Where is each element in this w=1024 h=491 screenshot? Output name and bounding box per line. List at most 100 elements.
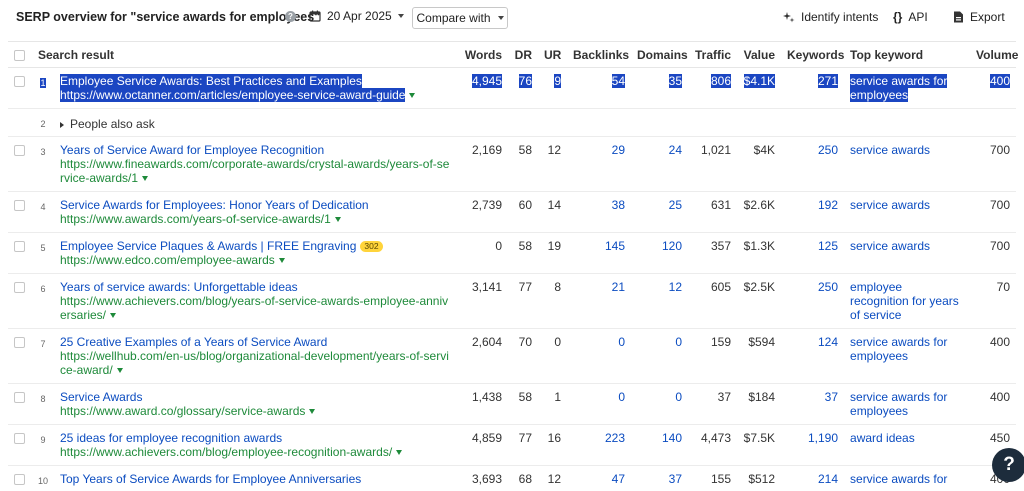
volume-value: 700 xyxy=(970,136,1017,192)
api-button[interactable]: {} API xyxy=(893,10,928,24)
keywords-link[interactable]: 250 xyxy=(818,280,838,294)
keywords-link[interactable]: 1,190 xyxy=(808,431,838,445)
col-keywords[interactable]: Keywords xyxy=(781,41,844,68)
col-domains[interactable]: Domains xyxy=(631,41,689,68)
top-keyword-link[interactable]: service awards for employees xyxy=(850,335,947,363)
domains-link[interactable]: 140 xyxy=(662,431,682,445)
result-url-link[interactable]: https://www.octanner.com/articles/employ… xyxy=(60,88,406,102)
result-url-link[interactable]: https://www.achievers.com/blog/years-of-… xyxy=(60,294,448,322)
row-checkbox[interactable] xyxy=(14,282,25,293)
result-url-link[interactable]: https://www.awards.com/years-of-service-… xyxy=(60,212,331,226)
url-dropdown-icon[interactable] xyxy=(142,176,149,182)
col-dr[interactable]: DR xyxy=(508,41,539,68)
domains-link[interactable]: 37 xyxy=(669,472,682,486)
date-picker[interactable]: 20 Apr 2025 xyxy=(309,9,404,23)
keywords-link[interactable]: 271 xyxy=(817,74,839,88)
keywords-link[interactable]: 125 xyxy=(818,239,838,253)
col-traffic[interactable]: Traffic xyxy=(688,41,738,68)
table-row: 2 People also ask xyxy=(8,108,1017,137)
col-words[interactable]: Words xyxy=(456,41,509,68)
top-keyword-link[interactable]: service awards xyxy=(850,143,930,157)
row-checkbox[interactable] xyxy=(14,145,25,156)
top-keyword-link[interactable]: service awards xyxy=(850,198,930,212)
domains-link[interactable]: 25 xyxy=(669,198,682,212)
row-position: 7 xyxy=(32,328,54,384)
domains-link[interactable]: 24 xyxy=(669,143,682,157)
result-url-link[interactable]: https://www.award.co/glossary/service-aw… xyxy=(60,404,305,418)
traffic-value: 806 xyxy=(710,74,732,88)
people-also-ask-toggle[interactable]: People also ask xyxy=(60,117,155,131)
url-dropdown-icon[interactable] xyxy=(116,368,123,374)
backlinks-link[interactable]: 38 xyxy=(612,198,625,212)
domains-link[interactable]: 0 xyxy=(675,335,682,349)
keywords-link[interactable]: 192 xyxy=(818,198,838,212)
top-keyword-link[interactable]: service awards for xyxy=(850,472,947,486)
url-dropdown-icon[interactable] xyxy=(309,409,316,415)
keywords-link[interactable]: 37 xyxy=(825,390,838,404)
result-url-link[interactable]: https://www.achievers.com/blog/employee-… xyxy=(60,445,392,459)
date-label: 20 Apr 2025 xyxy=(327,9,392,23)
top-keyword-link[interactable]: award ideas xyxy=(850,431,915,445)
col-search-result[interactable]: Search result xyxy=(32,41,457,68)
backlinks-link[interactable]: 29 xyxy=(612,143,625,157)
result-url-link[interactable]: https://www.fineawards.com/corporate-awa… xyxy=(60,157,449,185)
row-checkbox[interactable] xyxy=(14,337,25,348)
url-dropdown-icon[interactable] xyxy=(409,93,416,99)
backlinks-link[interactable]: 54 xyxy=(611,74,626,88)
result-url-link[interactable]: https://www.edco.com/employee-awards xyxy=(60,253,275,267)
help-icon[interactable]: ? xyxy=(285,11,296,22)
row-checkbox[interactable] xyxy=(14,433,25,444)
identify-intents-button[interactable]: Identify intents xyxy=(783,10,878,24)
col-backlinks[interactable]: Backlinks xyxy=(567,41,632,68)
domains-link[interactable]: 0 xyxy=(675,390,682,404)
volume-value: 400 xyxy=(970,383,1017,425)
domains-link[interactable]: 120 xyxy=(662,239,682,253)
result-title-link[interactable]: Service Awards xyxy=(60,390,142,404)
table-row: 3 Years of Service Award for Employee Re… xyxy=(8,136,1017,192)
select-all-checkbox[interactable] xyxy=(14,50,25,61)
compare-with-button[interactable]: Compare with xyxy=(412,7,508,29)
row-checkbox[interactable] xyxy=(14,200,25,211)
col-value[interactable]: Value xyxy=(737,41,782,68)
backlinks-link[interactable]: 47 xyxy=(612,472,625,486)
backlinks-link[interactable]: 0 xyxy=(618,390,625,404)
backlinks-link[interactable]: 21 xyxy=(612,280,625,294)
result-title-link[interactable]: Employee Service Plaques & Awards | FREE… xyxy=(60,239,356,253)
top-keyword-link[interactable]: service awards for employees xyxy=(850,390,947,418)
row-checkbox[interactable] xyxy=(14,474,25,485)
keywords-link[interactable]: 214 xyxy=(818,472,838,486)
export-button[interactable]: Export xyxy=(952,10,1005,24)
top-keyword-link[interactable]: service awards for employees xyxy=(850,74,948,102)
keywords-link[interactable]: 124 xyxy=(818,335,838,349)
row-checkbox[interactable] xyxy=(14,392,25,403)
col-top-keyword[interactable]: Top keyword xyxy=(844,41,971,68)
result-title-link[interactable]: Years of Service Award for Employee Reco… xyxy=(60,143,324,157)
help-chat-button[interactable]: ? xyxy=(992,448,1024,482)
table-row: 6 Years of service awards: Unforgettable… xyxy=(8,273,1017,329)
result-title-link[interactable]: 25 Creative Examples of a Years of Servi… xyxy=(60,335,327,349)
top-keyword-link[interactable]: employee recognition for years of servic… xyxy=(850,280,959,322)
url-dropdown-icon[interactable] xyxy=(278,258,285,264)
row-checkbox[interactable] xyxy=(14,241,25,252)
col-volume[interactable]: Volume xyxy=(970,41,1018,68)
url-dropdown-icon[interactable] xyxy=(396,450,403,456)
domains-link[interactable]: 12 xyxy=(669,280,682,294)
result-title-link[interactable]: 25 ideas for employee recognition awards xyxy=(60,431,282,445)
backlinks-link[interactable]: 223 xyxy=(605,431,625,445)
url-dropdown-icon[interactable] xyxy=(334,217,341,223)
col-ur[interactable]: UR xyxy=(538,41,568,68)
result-title-link[interactable]: Years of service awards: Unforgettable i… xyxy=(60,280,298,294)
words-value: 2,604 xyxy=(456,328,509,384)
traffic-value: 155 xyxy=(688,465,738,491)
url-dropdown-icon[interactable] xyxy=(110,313,117,319)
top-keyword-link[interactable]: service awards xyxy=(850,239,930,253)
backlinks-link[interactable]: 0 xyxy=(618,335,625,349)
result-title-link[interactable]: Service Awards for Employees: Honor Year… xyxy=(60,198,369,212)
keywords-link[interactable]: 250 xyxy=(818,143,838,157)
words-value: 3,141 xyxy=(456,273,509,329)
row-checkbox[interactable] xyxy=(14,76,25,87)
backlinks-link[interactable]: 145 xyxy=(605,239,625,253)
result-title-link[interactable]: Employee Service Awards: Best Practices … xyxy=(60,74,362,88)
result-title-link[interactable]: Top Years of Service Awards for Employee… xyxy=(60,472,361,486)
domains-link[interactable]: 35 xyxy=(668,74,683,88)
